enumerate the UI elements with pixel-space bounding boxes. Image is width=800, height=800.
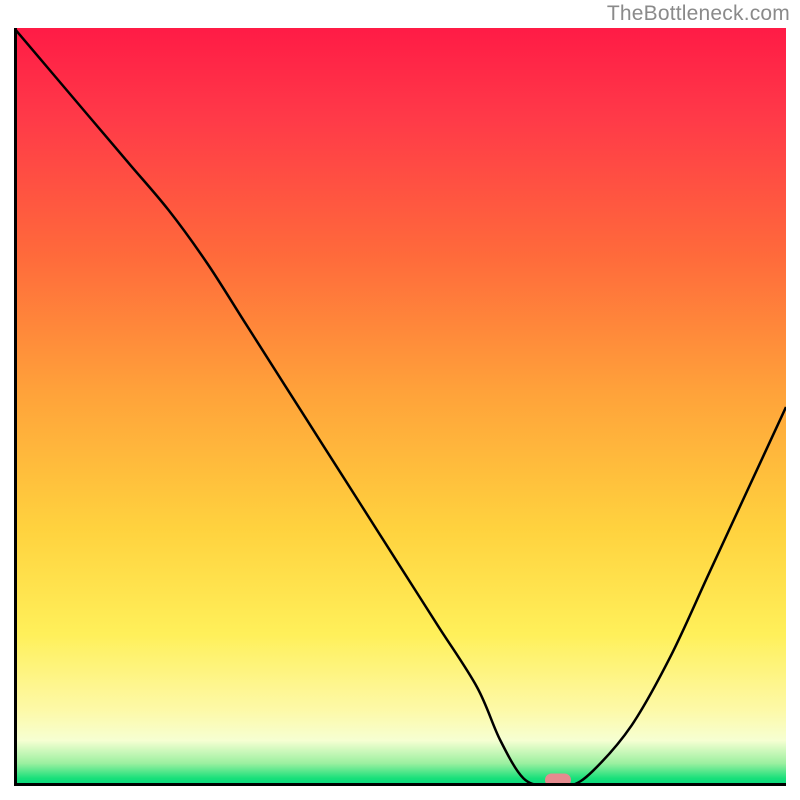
bottleneck-curve-path	[14, 28, 786, 786]
optimal-point-marker	[545, 774, 571, 787]
chart-container: TheBottleneck.com	[0, 0, 800, 800]
attribution-text: TheBottleneck.com	[607, 2, 790, 26]
plot-area	[14, 28, 786, 786]
bottleneck-curve-svg	[14, 28, 786, 786]
